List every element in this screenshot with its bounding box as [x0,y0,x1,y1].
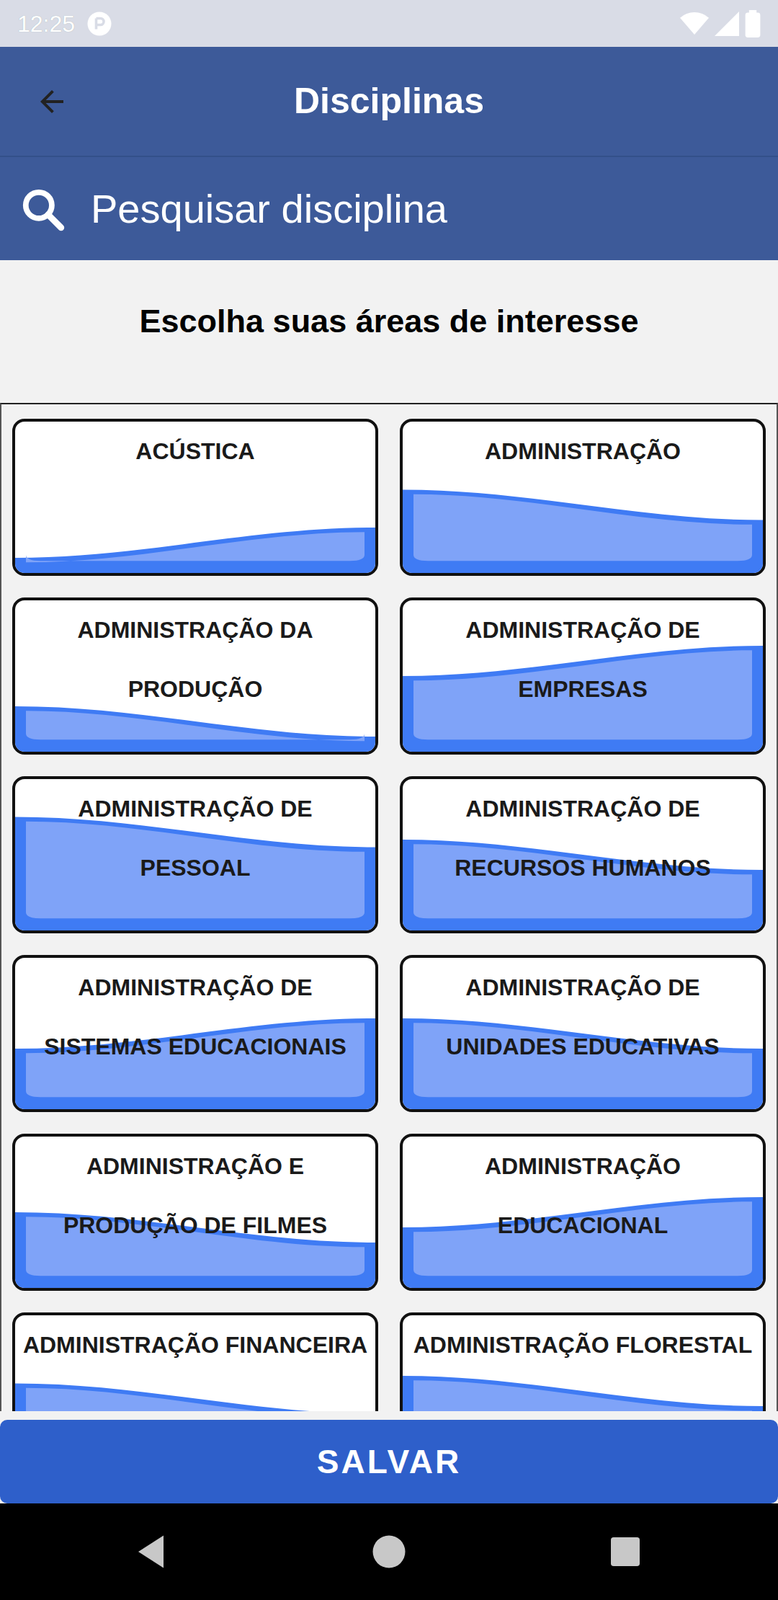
discipline-card[interactable]: ADMINISTRAÇÃO [399,418,766,576]
notification-icon [86,10,113,37]
save-section: SALVAR [0,1410,778,1503]
discipline-card[interactable]: ADMINISTRAÇÃO EDUCACIONAL [399,1133,766,1291]
home-nav-icon[interactable] [367,1529,411,1573]
discipline-label: ADMINISTRAÇÃO DE EMPRESAS [408,600,758,719]
search-bar [0,157,778,261]
search-input[interactable] [90,178,758,240]
discipline-label: ADMINISTRAÇÃO DE RECURSOS HUMANOS [408,778,758,897]
discipline-card[interactable]: ADMINISTRAÇÃO E PRODUÇÃO DE FILMES [12,1133,379,1291]
app-title: Disciplinas [293,74,485,129]
discipline-label: ADMINISTRAÇÃO FLORESTAL [408,1314,758,1374]
discipline-card[interactable]: ADMINISTRAÇÃO DE EMPRESAS [399,597,766,755]
status-bar: 12:25 [0,0,778,47]
discipline-list: ACÚSTICA ADMINISTRAÇÃO ADMINISTRAÇÃO DA PR… [0,402,778,1411]
back-nav-icon[interactable] [131,1529,175,1573]
discipline-card[interactable]: ADMINISTRAÇÃO DE UNIDADES EDUCATIVAS [399,954,766,1112]
discipline-label: ADMINISTRAÇÃO [408,421,758,481]
heading-section: Escolha suas áreas de interesse [0,260,778,403]
navigation-bar [0,1502,778,1600]
discipline-label: ACÚSTICA [20,421,370,481]
discipline-label: ADMINISTRAÇÃO EDUCACIONAL [408,1136,758,1255]
status-time: 12:25 [17,6,75,42]
discipline-card[interactable]: ADMINISTRAÇÃO FINANCEIRA [12,1311,379,1411]
discipline-label: ADMINISTRAÇÃO DE UNIDADES EDUCATIVAS [408,957,758,1076]
discipline-card[interactable]: ADMINISTRAÇÃO FLORESTAL [399,1311,766,1411]
discipline-label: ADMINISTRAÇÃO E PRODUÇÃO DE FILMES [20,1136,370,1255]
discipline-card[interactable]: ACÚSTICA [12,418,379,576]
discipline-label: ADMINISTRAÇÃO FINANCEIRA [20,1314,370,1374]
save-button[interactable]: SALVAR [0,1419,778,1503]
interest-wave [15,1314,376,1411]
interest-wave [402,1314,763,1411]
discipline-card[interactable]: ADMINISTRAÇÃO DE PESSOAL [12,775,379,933]
recents-nav-icon[interactable] [603,1529,647,1573]
discipline-card[interactable]: ADMINISTRAÇÃO DE RECURSOS HUMANOS [399,775,766,933]
back-button[interactable] [28,78,75,125]
app-bar: Disciplinas [0,46,778,158]
search-icon[interactable] [20,186,65,232]
discipline-label: ADMINISTRAÇÃO DE SISTEMAS EDUCACIONAIS [20,957,370,1076]
status-right [680,10,761,38]
discipline-card[interactable]: ADMINISTRAÇÃO DA PRODUÇÃO [12,597,379,755]
discipline-label: ADMINISTRAÇÃO DA PRODUÇÃO [20,600,370,719]
battery-icon [744,10,761,38]
wifi-icon [680,10,709,37]
discipline-grid: ACÚSTICA ADMINISTRAÇÃO ADMINISTRAÇÃO DA PR… [12,418,766,1411]
signal-icon [714,10,740,37]
discipline-label: ADMINISTRAÇÃO DE PESSOAL [20,778,370,897]
discipline-card[interactable]: ADMINISTRAÇÃO DE SISTEMAS EDUCACIONAIS [12,954,379,1112]
status-left: 12:25 [17,6,113,42]
heading: Escolha suas áreas de interesse [0,301,778,341]
back-arrow-icon[interactable] [34,84,70,119]
